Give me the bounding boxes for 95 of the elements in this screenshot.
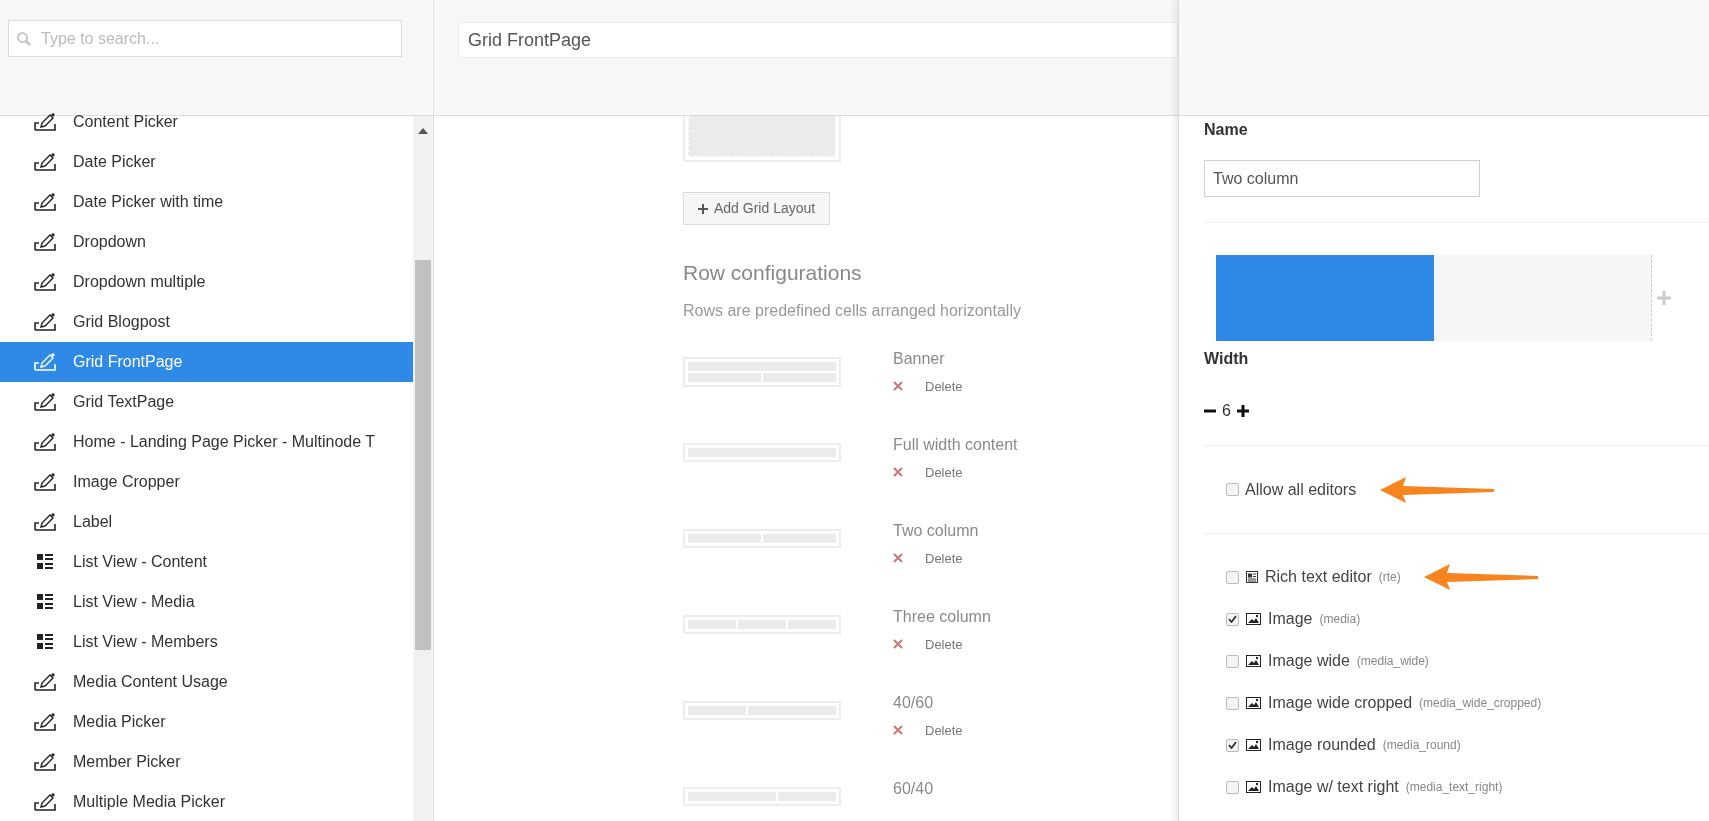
checkbox[interactable]: [1226, 612, 1239, 626]
add-grid-layout-button[interactable]: Add Grid Layout: [683, 192, 831, 225]
edit-icon: [34, 513, 56, 531]
tree-item[interactable]: Media Picker: [0, 702, 413, 742]
editor-alias: (media_round): [1382, 737, 1461, 754]
field-label: Width: [1204, 349, 1250, 369]
image-icon: [1246, 781, 1261, 793]
edit-icon: [34, 473, 56, 491]
tree-item[interactable]: Date Picker: [0, 142, 413, 182]
cell-width-fill[interactable]: [1216, 255, 1434, 341]
close-icon: [893, 725, 903, 736]
row-name: 40/60: [893, 692, 935, 713]
tree-item[interactable]: List View - Members: [0, 622, 413, 662]
delete-button[interactable]: Delete: [893, 634, 991, 654]
close-icon: [893, 467, 903, 478]
row-name: Banner: [893, 348, 946, 369]
tree-item[interactable]: Content Picker: [0, 102, 413, 142]
close-icon: [893, 639, 903, 650]
tree-item[interactable]: Member Picker: [0, 742, 413, 782]
editor-label: Image rounded: [1268, 735, 1376, 755]
section-heading: Row configurations: [683, 260, 863, 286]
tree-item[interactable]: Media Content Usage: [0, 662, 413, 702]
edit-icon: [34, 353, 56, 371]
tree-item[interactable]: Grid FrontPage: [0, 342, 413, 382]
editor-label: Rich text editor: [1265, 567, 1372, 587]
title-field[interactable]: Grid FrontPage: [458, 22, 1178, 58]
editor-label: Image wide cropped: [1268, 693, 1413, 713]
edit-icon: [34, 153, 56, 171]
tree-item[interactable]: List View - Media: [0, 582, 413, 622]
plus-icon[interactable]: [1236, 405, 1249, 417]
delete-button[interactable]: Delete: [893, 376, 963, 396]
close-icon: [893, 381, 903, 392]
delete-button[interactable]: Delete: [893, 462, 1018, 482]
delete-button[interactable]: Delete: [893, 548, 979, 568]
tree-item[interactable]: Grid TextPage: [0, 382, 413, 422]
width-value: 6: [1222, 401, 1231, 421]
search-field[interactable]: Type to search...: [8, 20, 402, 57]
editor-alias: (media): [1319, 611, 1361, 628]
list-icon: [36, 593, 54, 611]
row-name: Three column: [893, 606, 991, 627]
edit-icon: [34, 273, 56, 291]
edit-icon: [34, 313, 56, 331]
list-icon: [36, 553, 54, 571]
search-icon: [16, 31, 32, 47]
tree-item[interactable]: Image Cropper: [0, 462, 413, 502]
document-icon: [1246, 571, 1258, 583]
editor-alias: (rte): [1378, 569, 1401, 586]
edit-icon: [34, 713, 56, 731]
checkbox-label: Allow all editors: [1245, 479, 1357, 500]
edit-icon: [34, 753, 56, 771]
edit-icon: [34, 233, 56, 251]
row-name: 60/40: [893, 778, 934, 799]
close-icon: [893, 553, 903, 564]
edit-icon: [34, 193, 56, 211]
plus-icon: [698, 203, 708, 214]
tree-item[interactable]: Dropdown multiple: [0, 262, 413, 302]
row-name: Full width content: [893, 434, 1018, 455]
tree-item[interactable]: Date Picker with time: [0, 182, 413, 222]
editor-label: Image wide: [1268, 651, 1350, 671]
tree-item[interactable]: Multiple Media Picker: [0, 782, 413, 821]
name-field[interactable]: Two column: [1204, 160, 1480, 197]
tree-item[interactable]: Dropdown: [0, 222, 413, 262]
edit-icon: [34, 433, 56, 451]
editor-label: Image: [1268, 609, 1313, 629]
image-icon: [1246, 655, 1261, 667]
editor-alias: (media_wide): [1356, 653, 1429, 670]
image-icon: [1246, 739, 1261, 751]
edit-icon: [34, 673, 56, 691]
checkbox[interactable]: [1226, 780, 1239, 794]
editor-label: Image w/ text right: [1268, 777, 1399, 797]
scroll-up-icon[interactable]: [418, 128, 428, 134]
row-name: Two column: [893, 520, 979, 541]
add-icon[interactable]: [1656, 290, 1672, 306]
scrollbar-thumb[interactable]: [415, 260, 431, 650]
edit-icon: [34, 113, 56, 131]
scrollbar[interactable]: [413, 116, 433, 821]
field-label: Name: [1204, 120, 1249, 140]
editor-alias: (media_wide_cropped): [1419, 695, 1542, 712]
checkbox[interactable]: [1226, 570, 1239, 584]
list-icon: [36, 633, 54, 651]
section-description: Rows are predefined cells arranged horizontally: [683, 300, 1022, 321]
editor-alias: (media_text_right): [1405, 779, 1503, 796]
edit-icon: [34, 793, 56, 811]
tree-item[interactable]: Grid Blogpost: [0, 302, 413, 342]
image-icon: [1246, 613, 1261, 625]
checkbox[interactable]: [1226, 738, 1239, 752]
tree-item[interactable]: Home - Landing Page Picker - Multinode T: [0, 422, 413, 462]
checkbox[interactable]: [1226, 696, 1239, 710]
tree-item[interactable]: List View - Content: [0, 542, 413, 582]
image-icon: [1246, 697, 1261, 709]
checkbox[interactable]: [1226, 654, 1239, 668]
delete-button[interactable]: Delete: [893, 720, 963, 740]
tree-item[interactable]: Label: [0, 502, 413, 542]
checkbox[interactable]: [1226, 483, 1239, 496]
edit-icon: [34, 393, 56, 411]
